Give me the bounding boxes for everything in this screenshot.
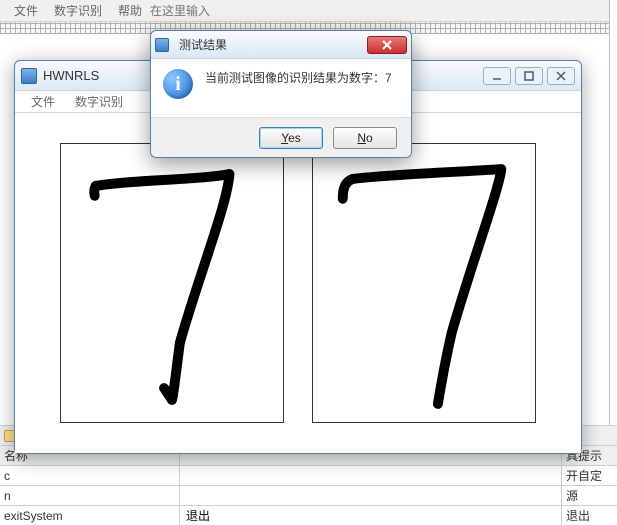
bg-menu-recognize[interactable]: 数字识别	[46, 0, 110, 21]
footer-cell-l2: n	[0, 486, 180, 505]
dialog-body: i 当前测试图像的识别结果为数字：7	[151, 59, 411, 117]
bg-menu-file[interactable]: 文件	[6, 0, 46, 21]
yes-button[interactable]: Yes	[259, 127, 323, 149]
hw-menu-file[interactable]: 文件	[21, 91, 65, 112]
app-icon	[21, 68, 37, 84]
bg-menu-help[interactable]: 帮助	[110, 0, 150, 21]
dialog-message: 当前测试图像的识别结果为数字：7	[193, 69, 392, 87]
dialog-app-icon	[155, 38, 169, 52]
maximize-button[interactable]	[515, 67, 543, 85]
bg-menu-search-input[interactable]	[150, 4, 240, 18]
footer-right-3: 退出	[562, 507, 617, 524]
info-icon: i	[163, 69, 193, 99]
background-menubar: 文件 数字识别 帮助	[0, 0, 617, 22]
right-canvas[interactable]	[312, 143, 536, 423]
minimize-button[interactable]	[483, 67, 511, 85]
left-canvas[interactable]	[60, 143, 284, 423]
footer-cell-l1: c	[0, 466, 180, 485]
footer-cell-m3: 退出	[180, 506, 562, 525]
dialog-close-button[interactable]	[367, 36, 407, 54]
footer-right-mid: 源	[562, 487, 617, 504]
no-button[interactable]: No	[333, 127, 397, 149]
dialog-titlebar[interactable]: 测试结果	[151, 31, 411, 59]
footer-right-1: 开自定	[562, 467, 617, 484]
digit-seven-right-icon	[313, 144, 535, 422]
hwnrls-body	[15, 113, 581, 453]
result-dialog: 测试结果 i 当前测试图像的识别结果为数字：7 Yes No	[150, 30, 412, 158]
dialog-title: 测试结果	[175, 36, 367, 53]
footer-cell-l3: exitSystem	[0, 506, 180, 525]
close-button[interactable]	[547, 67, 575, 85]
close-icon	[382, 40, 392, 50]
dialog-footer: Yes No	[151, 117, 411, 157]
digit-seven-left-icon	[61, 144, 283, 422]
hw-menu-recognize[interactable]: 数字识别	[65, 91, 133, 112]
